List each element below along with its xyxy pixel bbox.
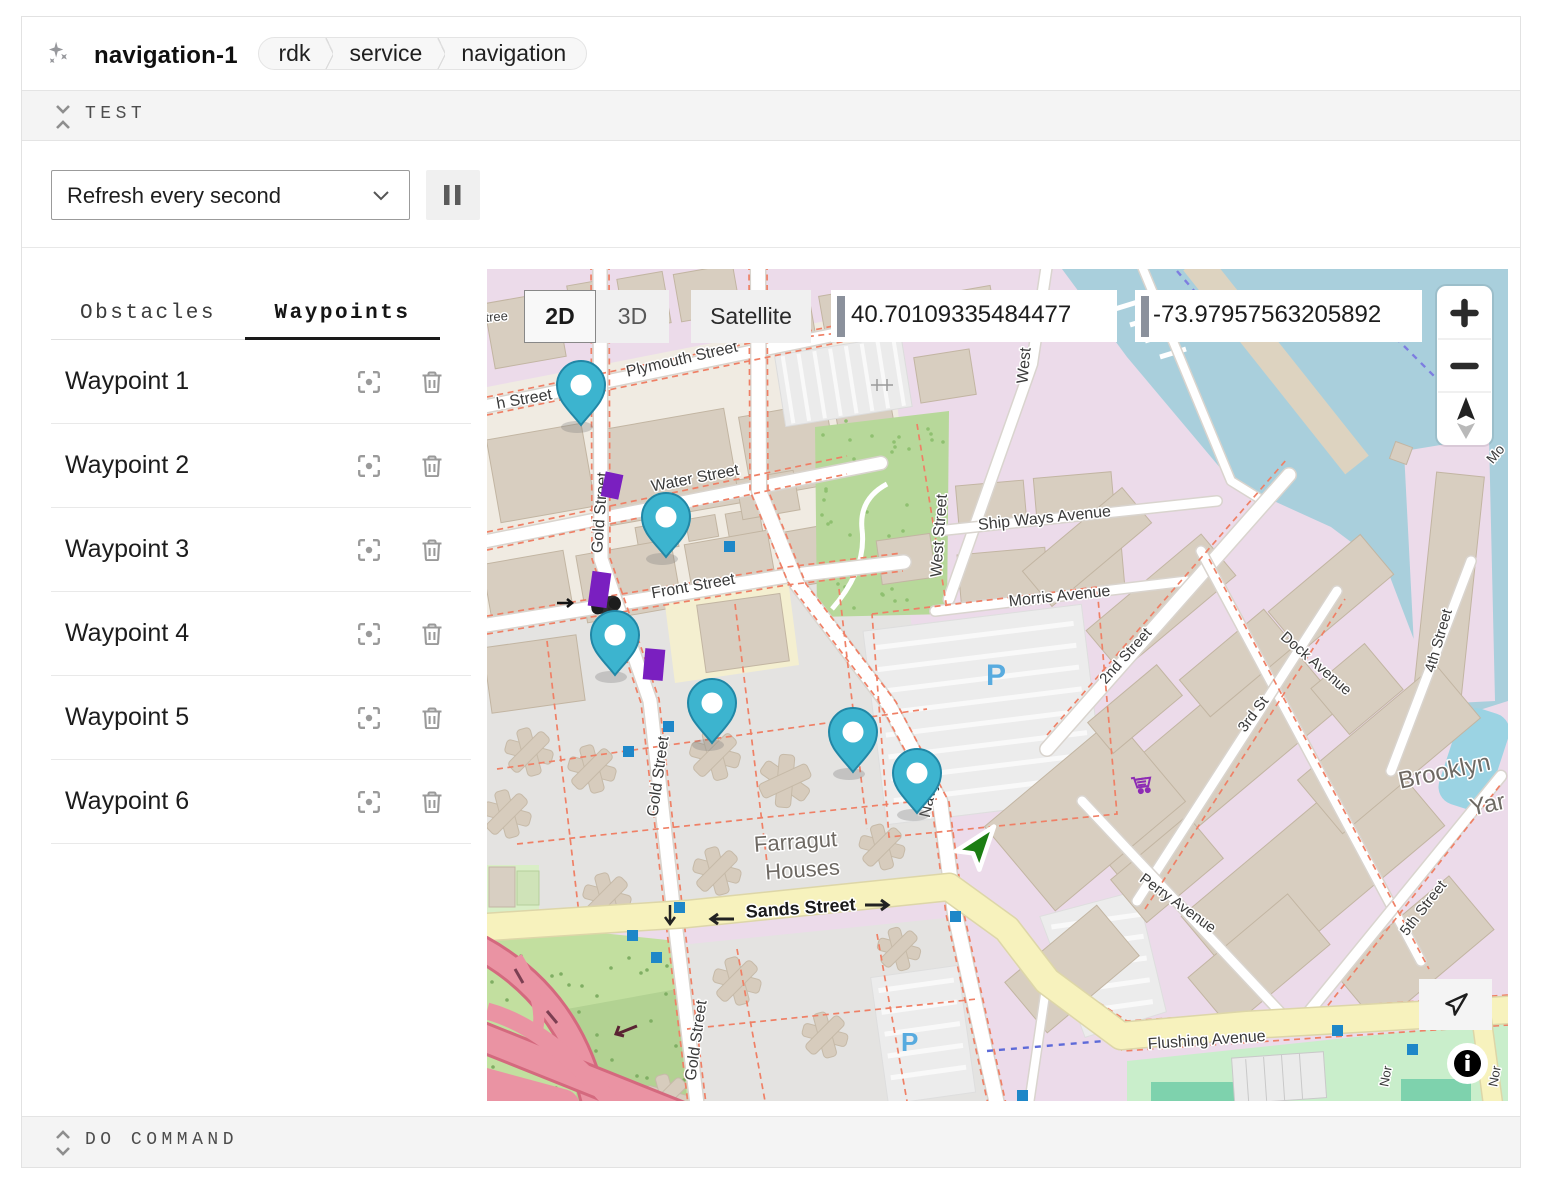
svg-text:P: P: [986, 659, 1006, 692]
svg-text:P: P: [901, 1027, 918, 1057]
svg-text:West: West: [1014, 346, 1034, 384]
svg-text:tree: tree: [487, 308, 508, 325]
svg-text:Houses: Houses: [764, 854, 840, 884]
